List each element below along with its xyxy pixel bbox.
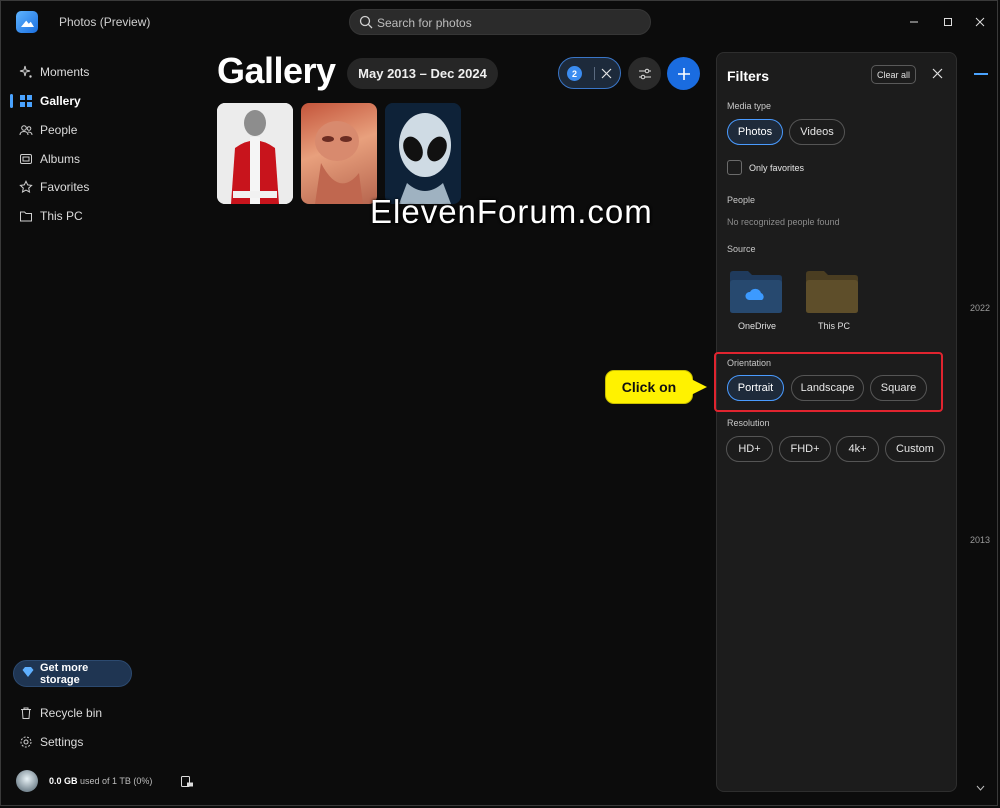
watermark-text: ElevenForum.com (370, 193, 653, 230)
sidebar-item-label: Favorites (40, 180, 90, 194)
get-more-storage-button[interactable]: Get more storage (13, 660, 132, 687)
orientation-landscape-chip[interactable]: Landscape (791, 375, 864, 401)
orientation-section-label: Orientation (727, 358, 772, 368)
plus-icon (677, 67, 690, 80)
close-icon (975, 17, 985, 27)
cloud-status-icon[interactable] (181, 775, 194, 788)
source-section-label: Source (727, 244, 756, 254)
minimize-icon (910, 21, 918, 23)
filters-toggle-button[interactable] (628, 57, 661, 90)
photo-thumbnail[interactable] (217, 103, 293, 204)
sparkle-icon (19, 65, 33, 79)
orientation-square-chip[interactable]: Square (870, 375, 927, 401)
sidebar-item-label: Recycle bin (40, 706, 103, 720)
sidebar-item-recycle-bin[interactable]: Recycle bin (11, 700, 201, 726)
photo-thumbnail[interactable] (301, 103, 377, 204)
silver-alien-photo (385, 103, 461, 204)
photos-app-icon (16, 11, 38, 33)
resolution-custom-chip[interactable]: Custom (885, 436, 945, 462)
sidebar-item-settings[interactable]: Settings (11, 729, 201, 755)
close-window-button[interactable] (969, 11, 991, 33)
minimize-button[interactable] (903, 11, 925, 33)
filter-count-badge: 2 (567, 66, 582, 81)
pill-divider (594, 67, 595, 80)
onedrive-folder-icon[interactable] (729, 270, 783, 314)
sidebar-item-this-pc[interactable]: This PC (11, 203, 201, 229)
star-icon (19, 180, 33, 194)
sidebar-item-label: People (40, 123, 78, 137)
alien-baby-photo (315, 121, 363, 204)
album-icon (19, 152, 33, 166)
callout-arrow (691, 379, 707, 395)
chevron-down-icon[interactable] (976, 785, 985, 791)
page-title: Gallery (217, 50, 336, 91)
source-onedrive-label: OneDrive (738, 321, 777, 331)
orientation-portrait-chip[interactable]: Portrait (727, 375, 784, 401)
gear-icon (19, 735, 33, 749)
sidebar-item-label: Albums (40, 152, 81, 166)
sidebar-item-albums[interactable]: Albums (11, 146, 201, 172)
search-icon (359, 15, 373, 29)
resolution-4k-chip[interactable]: 4k+ (836, 436, 879, 462)
resolution-section-label: Resolution (727, 418, 770, 428)
close-icon[interactable] (932, 68, 943, 79)
sidebar-item-favorites[interactable]: Favorites (11, 174, 201, 200)
add-button[interactable] (667, 57, 700, 90)
clear-filters-icon[interactable] (601, 68, 612, 79)
sidebar-item-moments[interactable]: Moments (11, 59, 201, 85)
photo-thumbnail[interactable] (385, 103, 461, 204)
sliders-icon (638, 68, 651, 79)
media-videos-chip[interactable]: Videos (789, 119, 845, 145)
only-favorites-label: Only favorites (749, 163, 805, 173)
maximize-button[interactable] (937, 11, 959, 33)
app-title: Photos (Preview) (59, 15, 151, 29)
gallery-grid-icon (19, 94, 33, 108)
media-photos-chip[interactable]: Photos (727, 119, 783, 145)
this-pc-folder-icon[interactable] (805, 270, 859, 314)
sidebar-item-label: Moments (40, 65, 90, 79)
storage-used: 0.0 GB (49, 776, 78, 786)
account-avatar[interactable] (16, 770, 38, 792)
storage-usage: 0.0 GB used of 1 TB (0%) (49, 776, 152, 786)
sidebar-item-label: Settings (40, 735, 84, 749)
storage-button-label: Get more storage (40, 661, 89, 686)
storage-total: used of 1 TB (0%) (77, 776, 153, 786)
filters-title: Filters (727, 68, 770, 84)
folder-icon (19, 209, 33, 223)
sidebar-item-label: Gallery (40, 94, 81, 108)
active-filters-pill[interactable]: 2 (558, 57, 621, 89)
search-placeholder: Search for photos (377, 16, 472, 30)
search-input[interactable]: Search for photos (349, 9, 651, 35)
sidebar-item-label: This PC (40, 209, 83, 223)
resolution-fhd-chip[interactable]: FHD+ (779, 436, 831, 462)
sidebar-item-gallery[interactable]: Gallery (11, 88, 201, 114)
people-section-label: People (727, 195, 756, 205)
trash-icon (19, 706, 33, 720)
people-icon (19, 123, 33, 137)
maximize-icon (944, 18, 952, 26)
timeline-year[interactable]: 2022 (970, 303, 990, 313)
people-empty-text: No recognized people found (727, 217, 840, 227)
clear-all-button[interactable]: Clear all (871, 65, 916, 84)
media-type-label: Media type (727, 101, 772, 111)
instruction-callout: Click on (605, 370, 693, 404)
date-range-button[interactable]: May 2013 – Dec 2024 (347, 58, 498, 89)
resolution-hd-chip[interactable]: HD+ (726, 436, 773, 462)
only-favorites-checkbox[interactable] (727, 160, 742, 175)
diamond-icon (22, 666, 34, 681)
timeline-position-marker[interactable] (974, 73, 988, 75)
source-this-pc-label: This PC (818, 321, 851, 331)
sidebar-item-people[interactable]: People (11, 117, 201, 143)
santa-alien-photo (217, 103, 293, 204)
timeline-year[interactable]: 2013 (970, 535, 990, 545)
